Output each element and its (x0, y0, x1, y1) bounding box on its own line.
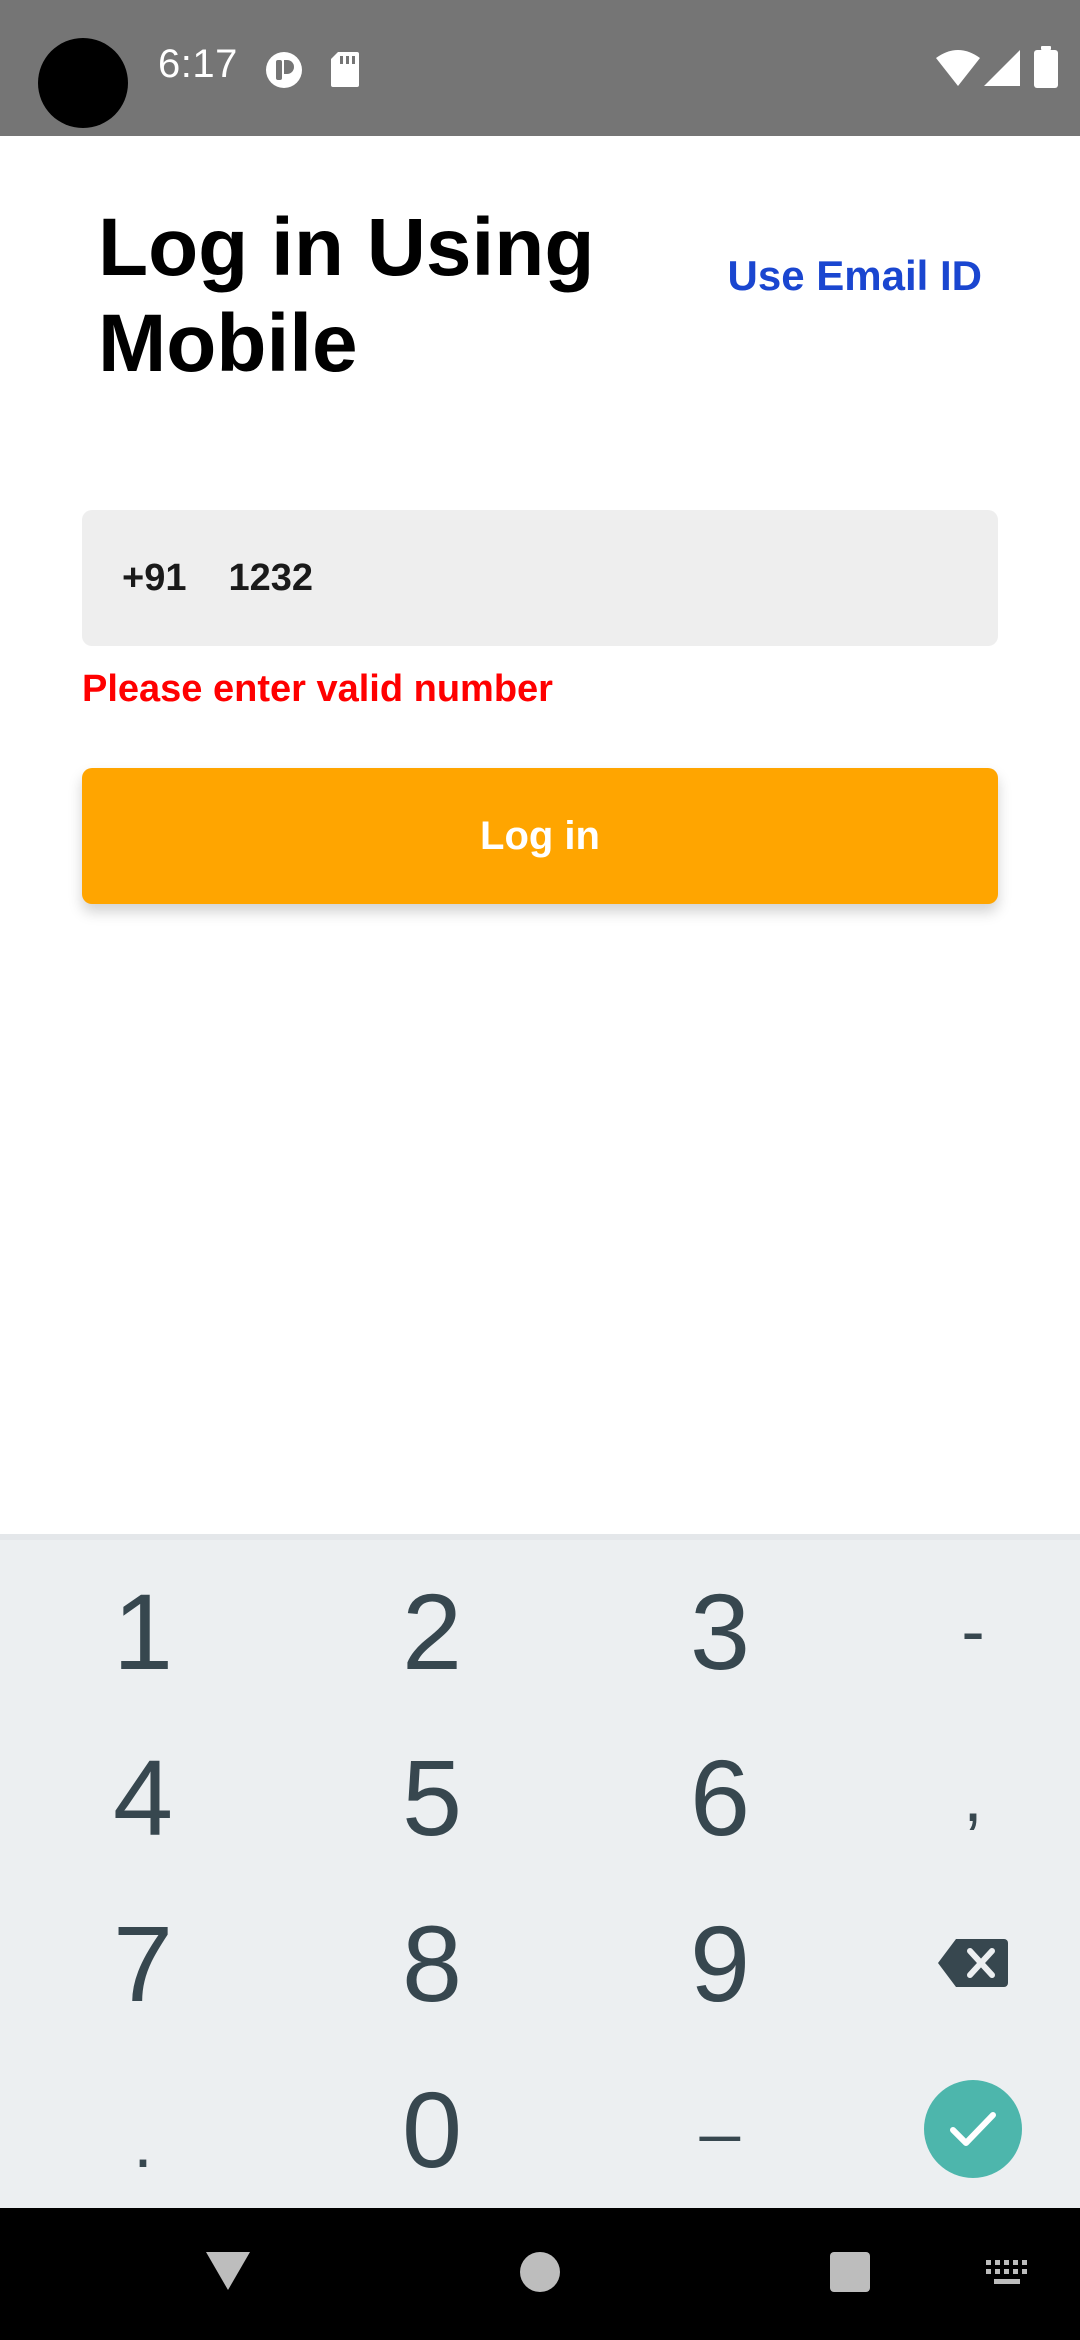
home-icon[interactable] (520, 2252, 560, 2292)
wifi-icon (936, 50, 980, 86)
key-7[interactable]: 7 (8, 1880, 278, 2046)
key-1[interactable]: 1 (8, 1548, 278, 1714)
page-title: Log in Using Mobile (98, 202, 595, 389)
key-2[interactable]: 2 (297, 1548, 567, 1714)
key-dash[interactable]: - (838, 1548, 1080, 1714)
back-icon[interactable] (204, 2250, 252, 2292)
key-3[interactable]: 3 (585, 1548, 855, 1714)
key-5[interactable]: 5 (297, 1714, 567, 1880)
key-done[interactable] (838, 2046, 1080, 2212)
login-button[interactable]: Log in (82, 768, 998, 904)
key-period[interactable]: . (8, 2060, 278, 2226)
status-time: 6:17 (158, 42, 238, 86)
keyboard-switch-icon[interactable] (986, 2260, 1028, 2288)
sd-card-icon (331, 52, 359, 87)
key-comma[interactable]: , (838, 1714, 1080, 1880)
phone-number-input[interactable] (228, 556, 929, 600)
check-icon (950, 2112, 996, 2146)
country-code: +91 (122, 556, 187, 599)
numeric-keyboard: 1 2 3 - 4 5 6 , 7 8 9 . 0 _ (0, 1534, 1080, 2208)
phone-field[interactable]: +91 (82, 510, 998, 646)
key-backspace[interactable] (838, 1880, 1080, 2046)
key-underscore[interactable]: _ (585, 2020, 855, 2186)
key-8[interactable]: 8 (297, 1880, 567, 2046)
backspace-icon (938, 1939, 1008, 1987)
error-message: Please enter valid number (82, 668, 553, 710)
recents-icon[interactable] (830, 2252, 870, 2292)
key-4[interactable]: 4 (8, 1714, 278, 1880)
battery-icon (1034, 46, 1058, 88)
navigation-bar (0, 2208, 1080, 2340)
use-email-link[interactable]: Use Email ID (728, 252, 982, 300)
status-bar: 6:17 (0, 0, 1080, 136)
key-6[interactable]: 6 (585, 1714, 855, 1880)
done-button[interactable] (924, 2080, 1022, 2178)
key-0[interactable]: 0 (297, 2046, 567, 2212)
app-notification-icon (266, 52, 302, 88)
camera-cutout (38, 38, 128, 128)
signal-icon (984, 50, 1020, 86)
